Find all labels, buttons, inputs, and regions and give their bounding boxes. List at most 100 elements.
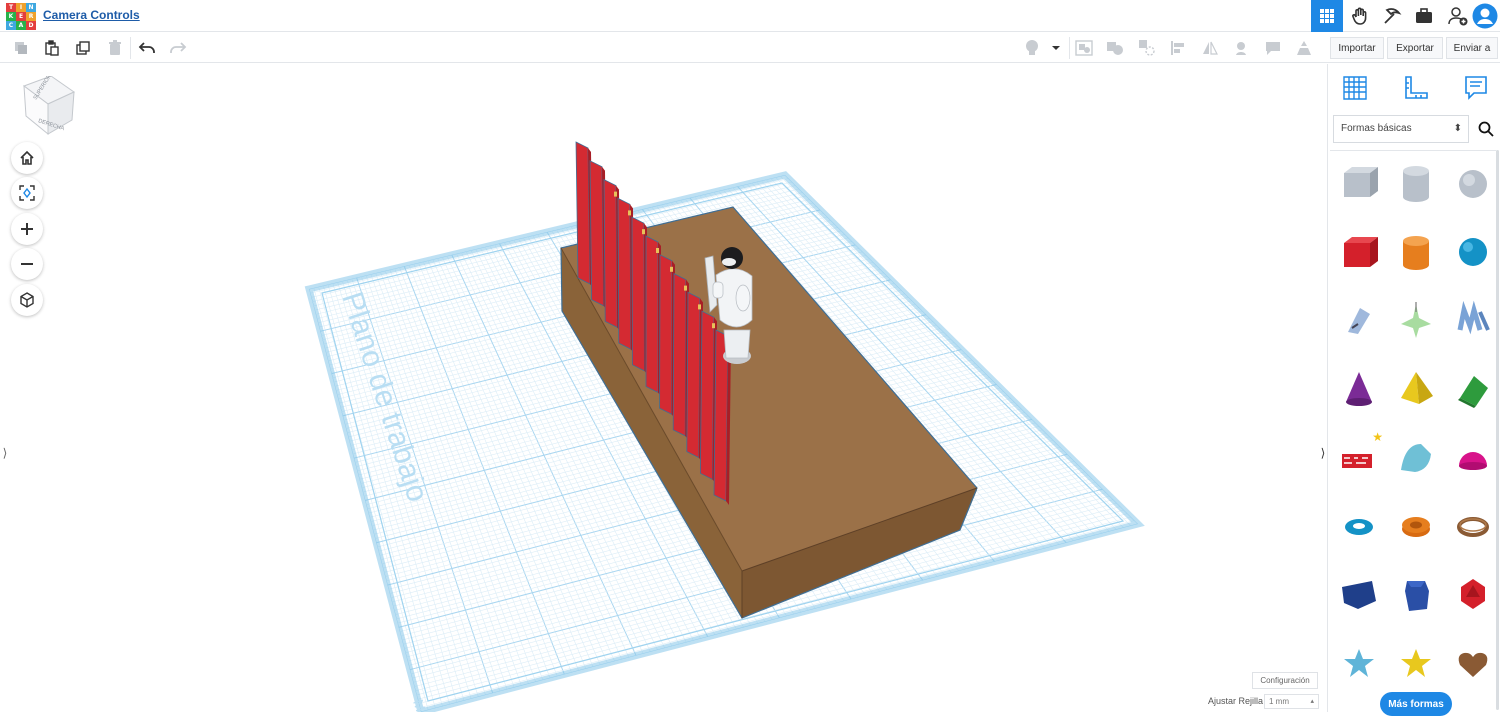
cylinder-hole-icon	[1403, 166, 1429, 202]
align-icon[interactable]	[1167, 38, 1189, 58]
hole-icon[interactable]	[1136, 38, 1158, 58]
shape-scribble[interactable]	[1331, 290, 1387, 352]
snap-grid-select[interactable]: 1 mm	[1264, 694, 1319, 709]
shape-box[interactable]	[1331, 221, 1387, 283]
scribble-icon	[1348, 307, 1370, 334]
left-panel-toggle[interactable]: ⟩	[0, 438, 10, 468]
delete-icon[interactable]	[104, 38, 126, 58]
grid-shapes-icon[interactable]	[1341, 74, 1369, 102]
home-view-icon[interactable]	[11, 142, 43, 174]
shape-star[interactable]	[1388, 631, 1444, 693]
shapes-panel: Formas básicas ★	[1327, 64, 1500, 712]
redo-icon[interactable]	[167, 38, 189, 58]
figure-face	[722, 258, 736, 266]
shape-icosahedron[interactable]	[1445, 563, 1500, 625]
export-button[interactable]: Exportar	[1387, 37, 1443, 59]
view-cube[interactable]: SUPERIOR DERECHA	[18, 73, 78, 143]
box-icon	[1344, 237, 1378, 268]
shape-pyramid[interactable]	[1388, 358, 1444, 420]
shape-ring[interactable]	[1445, 495, 1500, 557]
figure-legs	[723, 329, 751, 359]
toolbar-divider	[130, 37, 131, 59]
hand-sim-icon[interactable]	[1344, 0, 1376, 32]
grid-view-icon[interactable]	[1311, 0, 1343, 32]
shape-half-sphere[interactable]	[1445, 426, 1500, 488]
panel-scrollbar[interactable]	[1496, 150, 1499, 710]
more-shapes-button[interactable]: Más formas	[1380, 692, 1452, 716]
pickaxe-icon[interactable]	[1376, 0, 1408, 32]
ruler-icon[interactable]	[1402, 74, 1430, 102]
zoom-out-icon[interactable]	[11, 248, 43, 280]
red-panel[interactable]	[672, 272, 687, 437]
briefcase-icon[interactable]	[1408, 0, 1440, 32]
light-bulb-icon[interactable]	[1021, 38, 1043, 58]
shape-text-heart[interactable]: ★	[1331, 426, 1387, 488]
red-panel[interactable]	[575, 141, 591, 285]
tube-icon	[1402, 516, 1430, 537]
icosahedron-icon	[1461, 578, 1485, 609]
shape-cylinder[interactable]	[1388, 221, 1444, 283]
fit-view-icon[interactable]	[11, 177, 43, 209]
shape-spinner[interactable]	[1388, 290, 1444, 352]
shape-tube[interactable]	[1388, 495, 1444, 557]
search-icon[interactable]	[1473, 115, 1499, 143]
torus-icon	[1345, 518, 1373, 535]
shape-star-outline[interactable]	[1331, 631, 1387, 693]
paste-icon[interactable]	[41, 38, 63, 58]
avatar[interactable]	[1470, 0, 1500, 32]
shape-cylinder-hole[interactable]	[1388, 153, 1444, 215]
shape-polygon[interactable]	[1388, 563, 1444, 625]
shape-text[interactable]	[1445, 290, 1500, 352]
red-panel[interactable]	[686, 291, 701, 459]
shape-torus[interactable]	[1331, 495, 1387, 557]
send-to-button[interactable]: Enviar a	[1446, 37, 1498, 59]
notes-icon[interactable]	[1462, 74, 1490, 102]
shape-round-roof[interactable]	[1388, 426, 1444, 488]
tinkercad-logo[interactable]: T I N K E R C A D	[6, 3, 36, 30]
sphere-icon	[1459, 238, 1487, 267]
undo-icon[interactable]	[136, 38, 158, 58]
ruler-drop-icon[interactable]	[1293, 38, 1315, 58]
red-panel[interactable]	[631, 216, 645, 372]
logo-letter: E	[16, 12, 26, 21]
ungroup-icon[interactable]	[1104, 38, 1126, 58]
half-sphere-icon	[1459, 452, 1487, 471]
copy-icon[interactable]	[10, 38, 32, 58]
red-panel[interactable]	[617, 197, 632, 350]
star-outline-icon	[1344, 649, 1374, 678]
shape-sphere[interactable]	[1445, 221, 1500, 283]
panel-marker	[642, 229, 645, 235]
panel-marker	[628, 210, 631, 216]
shape-roof[interactable]	[1445, 358, 1500, 420]
3d-scene[interactable]: Plano de trabajo M	[0, 64, 1326, 712]
notes-icon[interactable]	[1262, 38, 1284, 58]
shape-cone[interactable]	[1331, 358, 1387, 420]
edit-toolbar	[0, 33, 1326, 63]
perspective-icon[interactable]	[11, 284, 43, 316]
design-title[interactable]: Camera Controls	[43, 8, 140, 22]
text-icon	[1457, 300, 1490, 334]
shape-sphere-hole[interactable]	[1445, 153, 1500, 215]
shape-category-select[interactable]: Formas básicas	[1333, 115, 1469, 143]
shape-heart[interactable]	[1445, 631, 1500, 693]
import-button[interactable]: Importar	[1330, 37, 1384, 59]
top-bar: T I N K E R C A D Camera Controls	[0, 0, 1500, 32]
mirror-icon[interactable]	[1199, 38, 1221, 58]
red-panel[interactable]	[645, 235, 659, 394]
duplicate-icon[interactable]	[72, 38, 94, 58]
cruise-icon[interactable]	[1230, 38, 1252, 58]
red-panel[interactable]	[699, 310, 715, 480]
zoom-in-icon[interactable]	[11, 213, 43, 245]
shape-wedge[interactable]	[1331, 563, 1387, 625]
dropdown-caret-icon[interactable]	[1045, 38, 1067, 58]
red-panel[interactable]	[659, 254, 673, 415]
right-panel-toggle[interactable]: ⟩	[1318, 438, 1326, 468]
group-icon[interactable]	[1073, 38, 1095, 58]
shape-box-hole[interactable]	[1331, 153, 1387, 215]
red-panel[interactable]	[603, 178, 618, 329]
workplane-viewport[interactable]: Plano de trabajo M SUPERIOR DERECHA ⟩ ⟩	[0, 64, 1326, 712]
round-roof-icon	[1401, 444, 1431, 473]
configuration-button[interactable]: Configuración	[1252, 672, 1318, 689]
red-panel[interactable]	[589, 160, 605, 307]
featured-star-icon: ★	[1372, 430, 1383, 445]
